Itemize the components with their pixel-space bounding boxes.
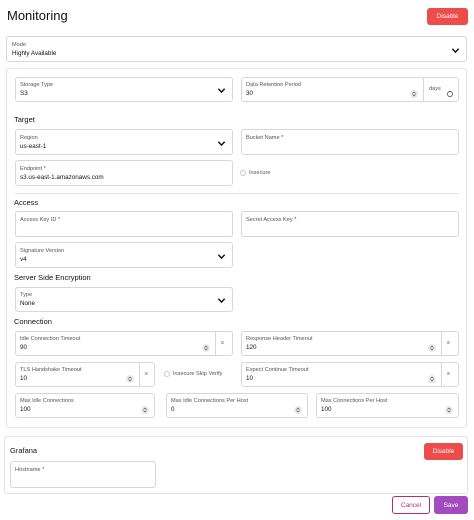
tls-handshake-timeout-field[interactable]: TLS Handshake Timeout 10 s (15, 362, 155, 387)
max-idle-connections-per-host-value: 0 (171, 406, 175, 413)
expect-continue-unit: s (447, 371, 450, 377)
idle-timeout-field[interactable]: Idle Connection Timeout 90 s (15, 331, 233, 356)
response-header-timeout-field[interactable]: Response Header Timeout 120 s (241, 331, 459, 356)
disable-grafana-button[interactable]: Disable (424, 443, 463, 460)
signature-version-value: v4 (20, 256, 27, 263)
insecure-checkbox[interactable] (240, 170, 246, 176)
tls-handshake-timeout-value: 10 (20, 375, 28, 382)
region-value: us-east-1 (20, 143, 47, 150)
mode-select[interactable]: Mode Highly Available (6, 36, 467, 62)
idle-timeout-unit-box: s (215, 332, 233, 355)
refresh-icon[interactable] (446, 85, 454, 97)
stepper-icon[interactable] (428, 375, 436, 383)
endpoint-value: s3.us-east-1.amazonaws.com (20, 174, 104, 181)
target-heading: Target (14, 115, 35, 124)
response-header-timeout-label: Response Header Timeout (246, 336, 313, 342)
response-header-timeout-value: 120 (246, 344, 257, 351)
storage-type-label: Storage Type (20, 82, 54, 88)
stepper-icon[interactable] (410, 90, 418, 98)
sse-type-select[interactable]: Type None (15, 287, 233, 312)
expect-continue-unit-box: s (441, 363, 459, 386)
retention-unit-box: days (423, 78, 459, 101)
tls-unit: s (145, 371, 148, 377)
endpoint-label: Endpoint * (20, 166, 46, 172)
sse-type-label: Type (20, 292, 33, 298)
sse-heading: Server Side Encryption (14, 273, 91, 282)
idle-timeout-label: Idle Connection Timeout (20, 336, 81, 342)
grafana-heading: Grafana (10, 446, 38, 455)
insecure-skip-verify-checkbox[interactable] (164, 371, 170, 377)
stepper-icon[interactable] (202, 344, 210, 352)
max-connections-per-host-label: Max Connections Per Host (321, 398, 388, 404)
tls-unit-box: s (139, 363, 155, 386)
chevron-down-icon (451, 46, 460, 55)
hostname-input[interactable]: Hostname * (10, 461, 156, 488)
bucket-name-label: Bucket Name * (246, 135, 284, 141)
response-header-unit: s (447, 340, 450, 346)
max-idle-connections-per-host-label: Max Idle Connections Per Host (171, 398, 249, 404)
cancel-button[interactable]: Cancel (392, 496, 430, 514)
region-select[interactable]: Region us-east-1 (15, 129, 233, 155)
secret-access-key-input[interactable]: Secret Access Key * (241, 211, 459, 237)
sse-type-value: None (20, 300, 36, 307)
divider (15, 193, 459, 194)
access-heading: Access (14, 198, 39, 207)
storage-type-select[interactable]: Storage Type S3 (15, 77, 233, 102)
idle-timeout-value: 90 (20, 344, 28, 351)
stepper-icon[interactable] (428, 344, 436, 352)
max-connections-per-host-value: 100 (321, 406, 332, 413)
signature-version-label: Signature Version (20, 248, 65, 254)
expect-continue-timeout-value: 10 (246, 375, 254, 382)
chevron-down-icon (217, 252, 226, 261)
chevron-down-icon (217, 86, 226, 95)
page-title: Monitoring (7, 8, 68, 23)
max-connections-per-host-field[interactable]: Max Connections Per Host 100 (316, 393, 459, 418)
retention-unit: days (429, 86, 441, 92)
bucket-name-input[interactable]: Bucket Name * (241, 129, 459, 155)
tls-handshake-timeout-label: TLS Handshake Timeout (20, 367, 82, 373)
secret-access-key-label: Secret Access Key * (246, 217, 297, 223)
save-button[interactable]: Save (434, 496, 468, 514)
max-idle-connections-value: 100 (20, 406, 31, 413)
expect-continue-timeout-label: Expect Continue Timeout (246, 367, 309, 373)
chevron-down-icon (217, 296, 226, 305)
mode-label: Mode (12, 42, 26, 48)
max-idle-connections-per-host-field[interactable]: Max Idle Connections Per Host 0 (166, 393, 308, 418)
max-idle-connections-field[interactable]: Max Idle Connections 100 (15, 393, 155, 418)
retention-field[interactable]: Data Retention Period 30 days (241, 77, 459, 102)
retention-label: Data Retention Period (246, 82, 302, 88)
stepper-icon[interactable] (294, 406, 302, 414)
max-idle-connections-label: Max Idle Connections (20, 398, 74, 404)
storage-type-value: S3 (20, 90, 28, 97)
disable-monitoring-button[interactable]: Disable (427, 8, 468, 25)
insecure-label: Insecure (249, 170, 271, 176)
signature-version-select[interactable]: Signature Version v4 (15, 242, 233, 268)
insecure-skip-verify-label: Insecure Skip Verify (173, 371, 223, 377)
stepper-icon[interactable] (445, 406, 453, 414)
stepper-icon[interactable] (141, 406, 149, 414)
retention-value: 30 (246, 90, 254, 97)
idle-timeout-unit: s (221, 340, 224, 346)
access-key-id-input[interactable]: Access Key ID * (15, 211, 233, 237)
connection-heading: Connection (14, 317, 52, 326)
stepper-icon[interactable] (126, 375, 134, 383)
endpoint-input[interactable]: Endpoint * s3.us-east-1.amazonaws.com (15, 160, 233, 186)
expect-continue-timeout-field[interactable]: Expect Continue Timeout 10 s (241, 362, 459, 387)
response-header-unit-box: s (441, 332, 459, 355)
hostname-label: Hostname * (15, 467, 45, 473)
access-key-id-label: Access Key ID * (20, 217, 61, 223)
region-label: Region (20, 135, 38, 141)
mode-value: Highly Available (12, 50, 57, 57)
chevron-down-icon (217, 139, 226, 148)
